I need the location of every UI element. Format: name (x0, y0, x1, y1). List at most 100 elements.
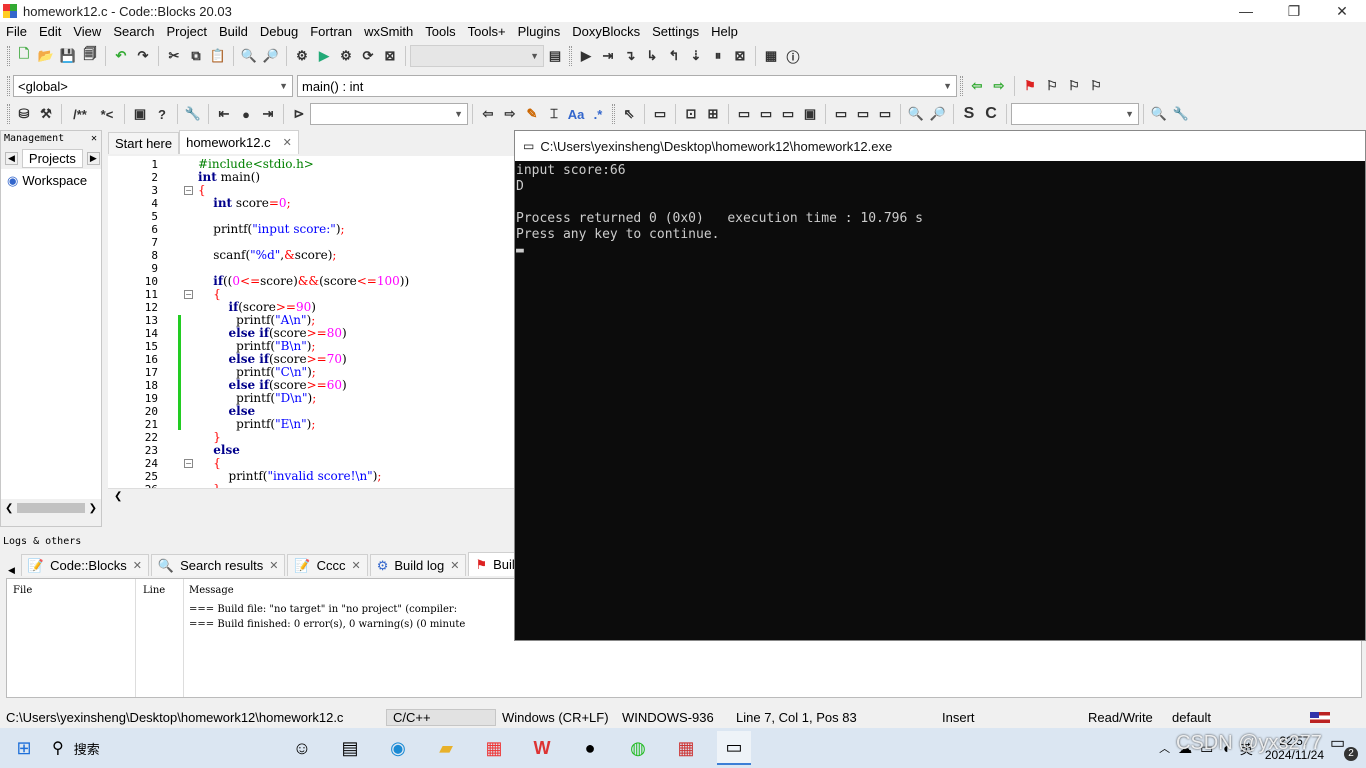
line-comment-icon[interactable]: *< (96, 105, 118, 123)
wps-icon[interactable]: W (525, 731, 559, 765)
menu-project[interactable]: Project (161, 22, 213, 42)
selected-text-icon[interactable]: ⌶ (545, 105, 563, 123)
target-options-icon[interactable]: ▤ (546, 47, 564, 65)
step-into-icon[interactable]: ↳ (643, 47, 661, 65)
table-row[interactable]: === Build file: "no target" in "no proje… (189, 604, 457, 615)
jump-forward-icon[interactable]: ⇨ (990, 77, 1008, 95)
clear-bookmarks-icon[interactable]: ⚐ (1087, 77, 1105, 95)
build-gear-icon[interactable]: ⚙ (293, 47, 311, 65)
chm-help-icon[interactable]: ? (153, 105, 171, 123)
wx-sizer3-icon[interactable]: ▭ (779, 105, 797, 123)
store-icon[interactable]: ▦ (477, 731, 511, 765)
next-instruction-icon[interactable]: ⇣ (687, 47, 705, 65)
code-line[interactable]: int main() (198, 171, 260, 184)
qq-icon[interactable]: ● (573, 731, 607, 765)
close-icon[interactable]: ✕ (450, 559, 459, 572)
windows-start-icon[interactable]: ⊞ (7, 731, 41, 765)
close-icon[interactable]: ✕ (269, 559, 278, 572)
build-target-dropdown[interactable]: ▼ (410, 45, 544, 67)
paste-icon[interactable]: 📋 (209, 47, 227, 65)
chevron-up-icon[interactable]: ︿ (1159, 740, 1170, 756)
function-dropdown[interactable]: main() : int ▼ (297, 75, 957, 97)
menu-debug[interactable]: Debug (254, 22, 304, 42)
doxywizard-icon[interactable]: ⛁ (15, 105, 33, 123)
menu-edit[interactable]: Edit (33, 22, 67, 42)
run-to-cursor-icon[interactable]: ⇥ (599, 47, 617, 65)
marker-dot-icon[interactable]: ● (237, 105, 255, 123)
save-all-icon[interactable]: 🗐 (81, 46, 99, 65)
toolbar-grip[interactable] (7, 104, 10, 124)
rebuild-icon[interactable]: ⟳ (359, 47, 377, 65)
cut-icon[interactable]: ✂ (165, 47, 183, 65)
wechat-icon[interactable]: ◍ (621, 731, 655, 765)
replace-icon[interactable]: 🔎 (262, 47, 280, 65)
wx-panel-icon[interactable]: ⊞ (704, 105, 722, 123)
extract-docs-icon[interactable]: ⚒ (37, 105, 55, 123)
settings-wrench-icon[interactable]: 🔧 (1172, 105, 1190, 123)
toolbar-grip[interactable] (612, 104, 615, 124)
wx-sizer4-icon[interactable]: ▣ (801, 105, 819, 123)
fold-marker-icon[interactable]: − (184, 459, 193, 468)
tab-homework12[interactable]: homework12.c ✕ (179, 130, 299, 154)
block-comment-icon[interactable]: /** (68, 105, 92, 123)
step-out-icon[interactable]: ↰ (665, 47, 683, 65)
menu-wxsmith[interactable]: wxSmith (358, 22, 419, 42)
select-pointer-icon[interactable]: ⇖ (620, 105, 638, 123)
s-icon[interactable]: S (960, 105, 978, 123)
tab-codeblocks-log[interactable]: 📝 Code::Blocks ✕ (20, 554, 149, 576)
scrollbar-thumb[interactable] (17, 503, 85, 513)
tab-build-log[interactable]: ⚙ Build log ✕ (369, 554, 467, 576)
toolbar-grip[interactable] (7, 46, 10, 66)
c-icon[interactable]: C (982, 105, 1000, 123)
tab-search-results[interactable]: 🔍 Search results ✕ (150, 554, 286, 576)
minimize-button[interactable]: — (1222, 0, 1270, 22)
tab-projects[interactable]: Projects (21, 148, 83, 168)
fold-marker-icon[interactable]: − (184, 290, 193, 299)
tab-start-here[interactable]: Start here (108, 132, 180, 154)
menu-file[interactable]: File (0, 22, 33, 42)
redo-icon[interactable]: ↷ (134, 47, 152, 65)
toolbar-grip[interactable] (569, 46, 572, 66)
task-view-icon[interactable]: ▤ (333, 731, 367, 765)
break-debugger-icon[interactable]: ⏸ (709, 47, 727, 65)
chevron-right-icon[interactable]: ▶ (86, 151, 100, 165)
close-icon[interactable]: ✕ (352, 559, 361, 572)
wx-dialog-icon[interactable]: ⊡ (682, 105, 700, 123)
console-title-bar[interactable]: ▭ C:\Users\yexinsheng\Desktop\homework12… (515, 131, 1365, 161)
wx-sizer2-icon[interactable]: ▭ (757, 105, 775, 123)
menu-view[interactable]: View (67, 22, 107, 42)
management-hscroll[interactable]: ❮ ❯ (1, 499, 101, 517)
close-icon[interactable]: ✕ (91, 131, 97, 147)
build-run-icon[interactable]: ⚙ (337, 47, 355, 65)
incremental-search-dropdown[interactable]: ▼ (310, 103, 468, 125)
code-line[interactable]: printf("invalid score!\n"); (198, 470, 382, 483)
taskbar-search[interactable]: ⚲ 搜索 (48, 728, 278, 768)
wx-border2-icon[interactable]: ▭ (854, 105, 872, 123)
doxy-preferences-icon[interactable]: 🔧 (184, 105, 202, 123)
toolbar-grip[interactable] (960, 76, 963, 96)
search-back-icon[interactable]: ⇦ (479, 105, 497, 123)
menu-plugins[interactable]: Plugins (512, 22, 567, 42)
restore-button[interactable]: ❐ (1270, 0, 1318, 22)
codeblocks-taskbar-icon[interactable]: ▦ (669, 731, 703, 765)
menu-fortran[interactable]: Fortran (304, 22, 358, 42)
new-file-icon[interactable]: 🗋 (15, 46, 33, 65)
menu-tools-plus[interactable]: Tools+ (462, 22, 512, 42)
regex-icon[interactable]: .* (589, 105, 607, 123)
match-case-icon[interactable]: Aa (567, 105, 585, 123)
wx-sizer1-icon[interactable]: ▭ (735, 105, 753, 123)
undo-icon[interactable]: ↶ (112, 47, 130, 65)
column-line[interactable]: Line (143, 585, 165, 596)
edge-browser-icon[interactable]: ◉ (381, 731, 415, 765)
close-button[interactable]: ✕ (1318, 0, 1366, 22)
debug-continue-icon[interactable]: ▶ (577, 47, 595, 65)
code-editor[interactable]: − − − 1 #include<stdio.h> 2 int main() 3{4 i… (108, 156, 514, 506)
search-highlight-icon[interactable]: ☺ (285, 731, 319, 765)
chevron-left-icon[interactable]: ❮ (114, 491, 122, 502)
code-line[interactable]: if((0<=score)&&(score<=100)) (198, 275, 409, 288)
next-line-icon[interactable]: ↴ (621, 47, 639, 65)
tag-icon[interactable]: ⊳ (290, 105, 308, 123)
editor-hscroll[interactable]: ❮ (108, 488, 514, 506)
menu-tools[interactable]: Tools (419, 22, 461, 42)
column-file[interactable]: File (13, 585, 32, 596)
